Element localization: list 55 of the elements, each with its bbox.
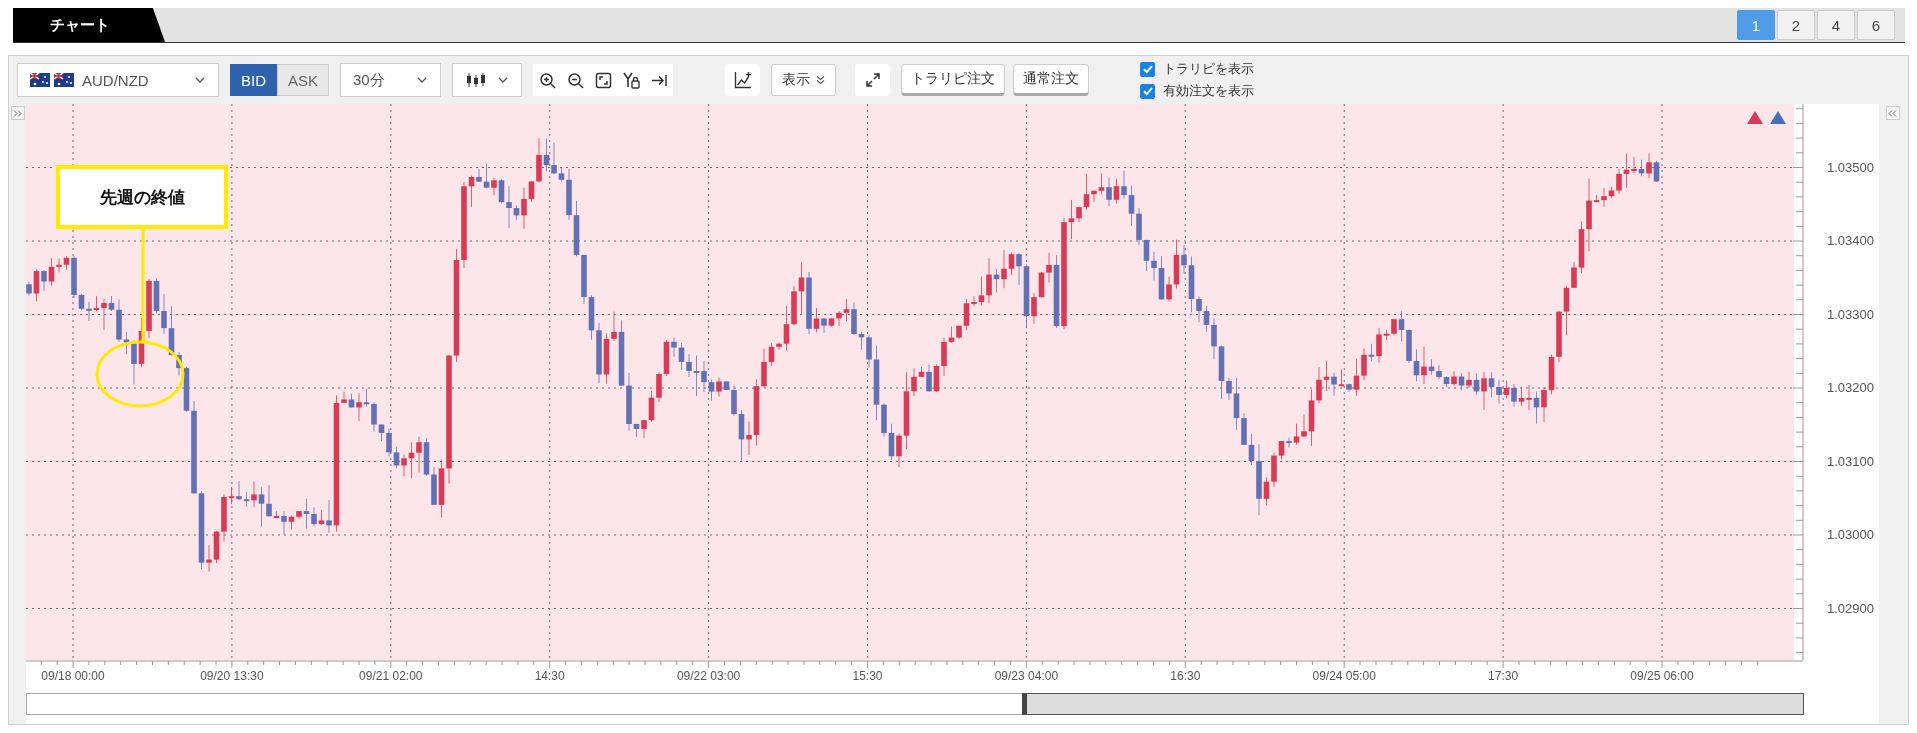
time-label: 14:30 bbox=[534, 669, 565, 683]
toolbar-button[interactable] bbox=[725, 64, 761, 96]
zoom-in-icon bbox=[538, 71, 556, 89]
axis-lock-icon bbox=[622, 71, 640, 89]
price-label: 1.02900 bbox=[1827, 600, 1874, 616]
display-menu-button[interactable]: 表示 bbox=[771, 64, 837, 96]
price-label: 1.03000 bbox=[1827, 527, 1874, 542]
time-label: 09/21 02:00 bbox=[359, 669, 423, 683]
chart-type-dropdown[interactable] bbox=[452, 63, 523, 97]
expand-icon bbox=[864, 72, 881, 88]
time-label: 17:30 bbox=[1488, 669, 1519, 683]
panel-toggle-button[interactable] bbox=[1885, 106, 1900, 120]
checkbox-label: トラリピを表示 bbox=[1163, 60, 1255, 78]
price-label: 1.03200 bbox=[1827, 380, 1874, 395]
order-button[interactable]: トラリピ注文 bbox=[901, 64, 1006, 96]
checkbox[interactable] bbox=[1140, 83, 1156, 99]
price-label: 1.03500 bbox=[1827, 159, 1874, 175]
flag-icon bbox=[30, 73, 50, 87]
scrollbar-thumb[interactable] bbox=[1022, 693, 1804, 715]
symbol-dropdown[interactable]: AUD/NZD bbox=[17, 63, 219, 97]
triangle-icon bbox=[1747, 111, 1763, 124]
price-label: 1.03100 bbox=[1827, 453, 1874, 469]
zoom-out-icon bbox=[566, 71, 584, 89]
layout-button[interactable]: 4 bbox=[1817, 10, 1855, 40]
panel-toggle-button[interactable] bbox=[10, 106, 25, 120]
checkbox[interactable] bbox=[1140, 61, 1156, 77]
price-label: 1.03400 bbox=[1827, 233, 1874, 248]
add-indicator-icon bbox=[733, 71, 752, 89]
price-side-button[interactable]: ASK bbox=[277, 64, 330, 96]
checkbox-label: 有効注文を表示 bbox=[1163, 82, 1255, 100]
price-side-button[interactable]: BID bbox=[230, 64, 277, 96]
fullscreen-button[interactable] bbox=[855, 64, 891, 96]
timeframe-dropdown[interactable]: 30分 bbox=[340, 63, 442, 97]
flag-icon bbox=[54, 73, 74, 87]
time-label: 16:30 bbox=[1170, 669, 1201, 683]
time-label: 15:30 bbox=[852, 669, 883, 683]
double-chevron-right-icon bbox=[13, 108, 22, 118]
scrollbar[interactable] bbox=[26, 693, 1803, 715]
fit-screen-icon bbox=[594, 71, 612, 89]
time-label: 09/22 03:00 bbox=[676, 669, 741, 683]
order-button[interactable]: 通常注文 bbox=[1013, 64, 1090, 96]
time-label: 09/20 13:30 bbox=[200, 669, 264, 683]
layout-button[interactable]: 6 bbox=[1857, 10, 1895, 40]
layout-button[interactable]: 2 bbox=[1777, 10, 1815, 40]
candlestick-icon bbox=[465, 72, 488, 88]
title-tab[interactable]: チャート bbox=[13, 8, 165, 42]
triangle-icon bbox=[1770, 111, 1786, 124]
price-label: 1.03300 bbox=[1827, 306, 1874, 322]
time-label: 09/23 04:00 bbox=[994, 669, 1059, 683]
time-label: 09/18 00:00 bbox=[41, 669, 105, 683]
double-chevron-down-icon bbox=[816, 75, 826, 85]
time-label: 09/24 05:00 bbox=[1312, 669, 1376, 683]
callout-text: 先週の終値 bbox=[99, 188, 185, 207]
time-label: 09/25 06:00 bbox=[1630, 669, 1694, 683]
double-chevron-left-icon bbox=[1888, 108, 1897, 118]
